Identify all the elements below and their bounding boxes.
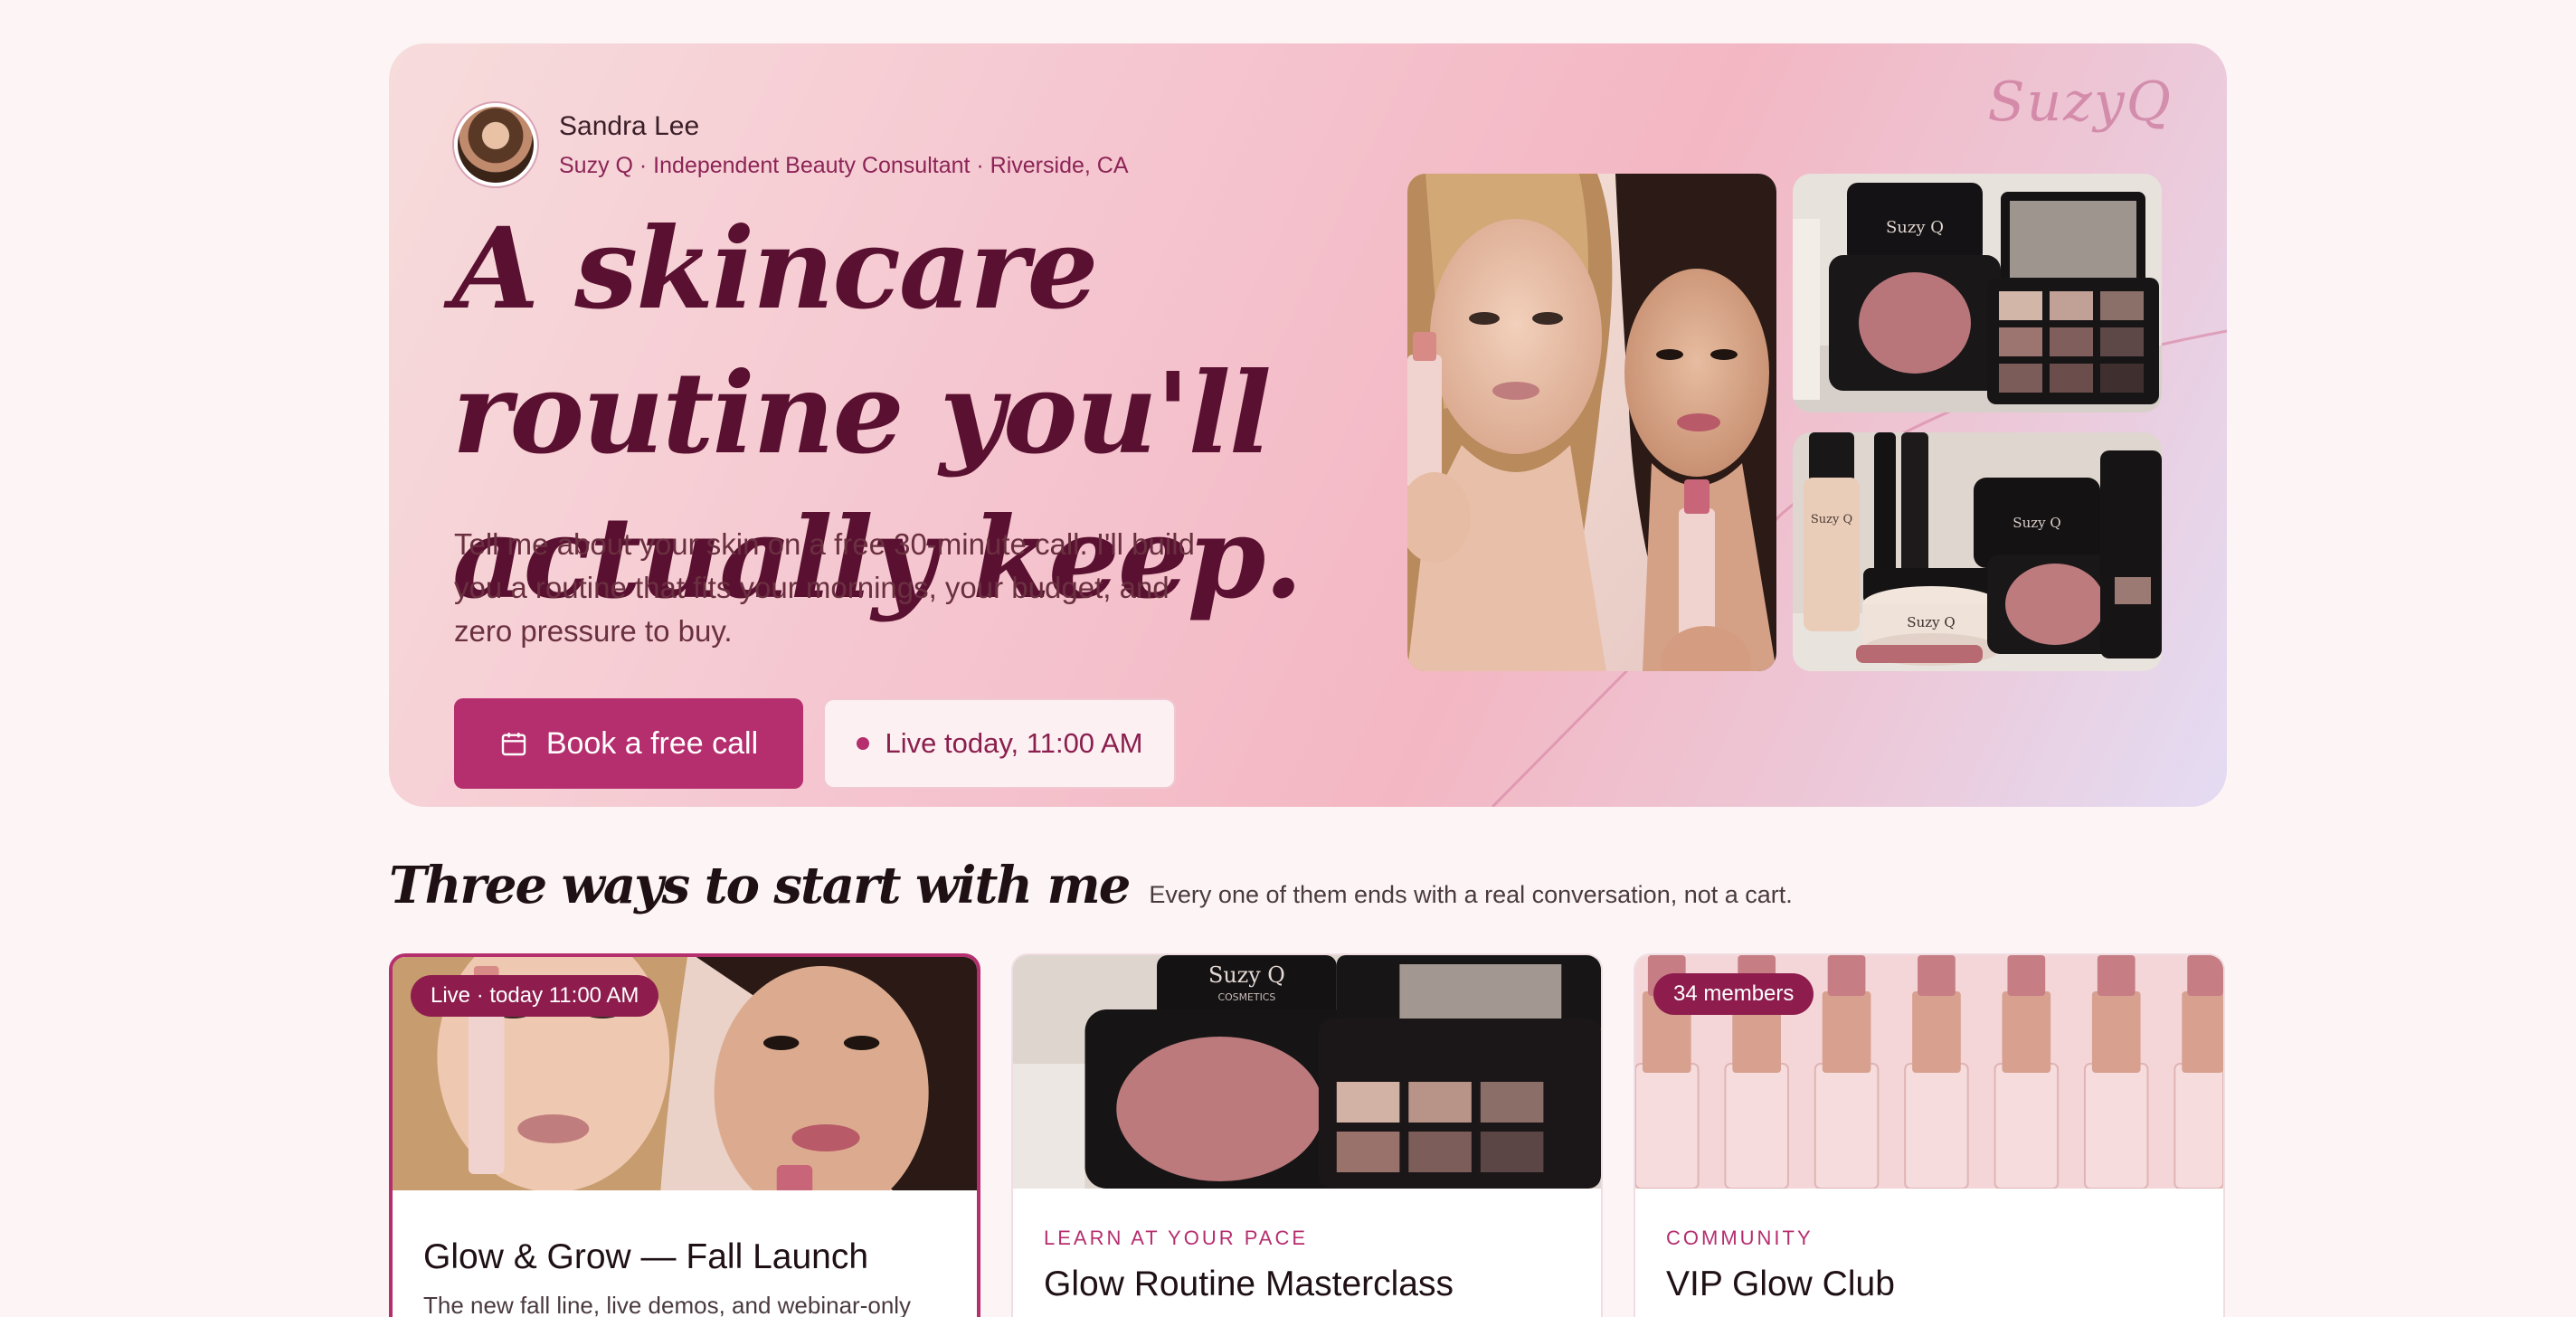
card-eyebrow: LEARN AT YOUR PACE bbox=[1044, 1227, 1309, 1249]
hero-product-lineup-image: Suzy Q Suzy Q Suzy Q bbox=[1793, 432, 2162, 671]
hero-compact-palette-image: Suzy Q bbox=[1793, 174, 2162, 412]
card-masterclass-image: Suzy Q COSMETICS bbox=[1013, 955, 1601, 1189]
card-title: VIP Glow Club bbox=[1666, 1265, 1895, 1303]
live-badge: Live · today 11:00 AM bbox=[411, 975, 659, 1017]
section-subtitle: Every one of them ends with a real conve… bbox=[1149, 881, 1793, 908]
book-call-label: Book a free call bbox=[545, 725, 759, 761]
headline-line-1: A skincare routine you'll bbox=[452, 204, 1272, 479]
card-title: Glow Routine Masterclass bbox=[1044, 1265, 1454, 1303]
card-masterclass[interactable]: Suzy Q COSMETICS LEARN AT YOUR PACE Glow… bbox=[1011, 953, 1603, 1317]
card-image-subbrand: COSMETICS bbox=[1217, 991, 1275, 1003]
compact-brand-text: Suzy Q bbox=[1886, 218, 1944, 237]
card-description: The new fall line, live demos, and webin… bbox=[423, 1292, 912, 1317]
calendar-icon bbox=[501, 733, 526, 756]
card-vip-club[interactable]: 34 members COMMUNITY VIP Glow Club bbox=[1634, 953, 2225, 1317]
avatar bbox=[454, 103, 537, 186]
consultant-name: Sandra Lee bbox=[559, 110, 700, 141]
hero-models-image bbox=[1407, 174, 1776, 671]
live-dot-icon bbox=[856, 737, 869, 750]
consultant-subtitle: Suzy Q · Independent Beauty Consultant ·… bbox=[559, 152, 1129, 178]
section-header: Three ways to start with me Every one of… bbox=[389, 856, 1793, 915]
live-session-button[interactable]: Live today, 11:00 AM bbox=[823, 698, 1176, 789]
card-image-brand: Suzy Q bbox=[1208, 962, 1285, 988]
hero-description: Tell me about your skin on a free 30-min… bbox=[454, 527, 1195, 648]
card-fall-launch[interactable]: Live · today 11:00 AM Glow & Grow — Fall… bbox=[389, 953, 980, 1317]
card-eyebrow: COMMUNITY bbox=[1666, 1227, 1814, 1249]
svg-text:Suzy Q: Suzy Q bbox=[1811, 513, 1852, 526]
svg-text:Suzy Q: Suzy Q bbox=[1907, 614, 1955, 630]
brand-watermark: SuzyQ bbox=[1987, 71, 2173, 134]
live-session-label: Live today, 11:00 AM bbox=[885, 727, 1143, 759]
hero-section: SuzyQ Sandra Lee Suzy Q · Independent Be… bbox=[389, 43, 2227, 807]
members-badge: 34 members bbox=[1653, 973, 1814, 1015]
consultant-profile: Sandra Lee Suzy Q · Independent Beauty C… bbox=[454, 103, 1129, 186]
card-title: Glow & Grow — Fall Launch bbox=[423, 1237, 869, 1276]
svg-text:Suzy Q: Suzy Q bbox=[2012, 515, 2060, 531]
section-title: Three ways to start with me bbox=[389, 856, 1131, 915]
book-call-button[interactable]: Book a free call bbox=[454, 698, 803, 789]
